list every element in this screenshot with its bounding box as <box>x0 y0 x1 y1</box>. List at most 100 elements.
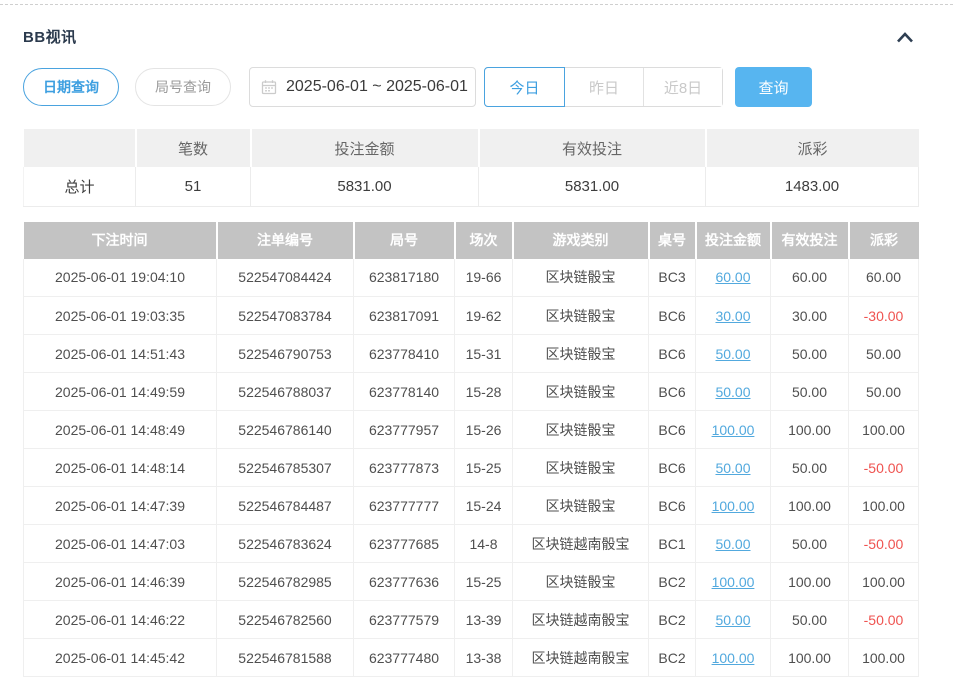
cell-table-number: BC1 <box>649 525 696 563</box>
quick-range-2[interactable]: 近8日 <box>643 68 722 106</box>
bet-amount-link[interactable]: 100.00 <box>712 574 755 590</box>
cell-game-type: 区块链越南骰宝 <box>513 601 649 639</box>
bet-amount-link[interactable]: 100.00 <box>712 650 755 666</box>
bet-records-table: 下注时间 注单编号 局号 场次 游戏类别 桌号 投注金额 有效投注 派彩 202… <box>23 222 919 677</box>
cell-slip-number: 522546786140 <box>217 411 354 449</box>
cell-slip-number: 522546783624 <box>217 525 354 563</box>
bet-amount-link[interactable]: 50.00 <box>715 346 750 362</box>
bet-amount-link[interactable]: 60.00 <box>715 269 750 285</box>
cell-game-type: 区块链骰宝 <box>513 563 649 601</box>
cell-slip-number: 522546782985 <box>217 563 354 601</box>
table-row: 2025-06-01 14:48:14 522546785307 6237778… <box>24 449 919 487</box>
cell-table-number: BC6 <box>649 335 696 373</box>
date-range-input[interactable]: 2025-06-01 ~ 2025-06-01 <box>249 67 476 107</box>
cell-table-number: BC6 <box>649 449 696 487</box>
header-game-type: 游戏类别 <box>513 222 649 259</box>
cell-slip-number: 522546782560 <box>217 601 354 639</box>
cell-valid-bet: 100.00 <box>771 487 849 525</box>
cell-bet-time: 2025-06-01 14:46:39 <box>24 563 217 601</box>
chevron-up-icon <box>896 31 914 46</box>
cell-slip-number: 522547083784 <box>217 297 354 335</box>
collapse-button[interactable] <box>892 29 918 45</box>
cell-table-number: BC6 <box>649 297 696 335</box>
cell-payout: 100.00 <box>849 639 919 677</box>
cell-round-number: 623778140 <box>354 373 455 411</box>
summary-header-count: 笔数 <box>136 129 251 167</box>
cell-table-number: BC3 <box>649 259 696 297</box>
round-query-tab[interactable]: 局号查询 <box>135 68 231 106</box>
cell-bet-time: 2025-06-01 14:48:49 <box>24 411 217 449</box>
cell-payout: -50.00 <box>849 601 919 639</box>
date-range-value: 2025-06-01 ~ 2025-06-01 <box>286 78 468 96</box>
header-valid-bet: 有效投注 <box>771 222 849 259</box>
cell-round-number: 623817180 <box>354 259 455 297</box>
cell-session: 15-25 <box>455 449 513 487</box>
cell-payout: 100.00 <box>849 411 919 449</box>
cell-round-number: 623777777 <box>354 487 455 525</box>
cell-valid-bet: 100.00 <box>771 411 849 449</box>
header-slip-number: 注单编号 <box>217 222 354 259</box>
page: { "panel": { "title": "BB视讯", "collapse_… <box>0 4 953 673</box>
cell-session: 15-28 <box>455 373 513 411</box>
summary-header-valid-bet: 有效投注 <box>479 129 706 167</box>
cell-payout: -50.00 <box>849 449 919 487</box>
table-row: 2025-06-01 14:46:39 522546782985 6237776… <box>24 563 919 601</box>
bet-amount-link[interactable]: 50.00 <box>715 460 750 476</box>
summary-table: 笔数 投注金额 有效投注 派彩 总计 51 5831.00 5831.00 14… <box>23 129 919 207</box>
cell-valid-bet: 50.00 <box>771 601 849 639</box>
bet-amount-link[interactable]: 50.00 <box>715 384 750 400</box>
cell-slip-number: 522546788037 <box>217 373 354 411</box>
cell-table-number: BC2 <box>649 639 696 677</box>
table-row: 2025-06-01 14:51:43 522546790753 6237784… <box>24 335 919 373</box>
calendar-icon <box>261 79 277 95</box>
bet-amount-link[interactable]: 50.00 <box>715 612 750 628</box>
cell-session: 15-31 <box>455 335 513 373</box>
date-query-tab[interactable]: 日期查询 <box>23 68 119 106</box>
cell-round-number: 623777480 <box>354 639 455 677</box>
summary-header-payout: 派彩 <box>706 129 919 167</box>
cell-valid-bet: 100.00 <box>771 639 849 677</box>
search-button[interactable]: 查询 <box>735 67 812 107</box>
cell-bet-time: 2025-06-01 14:49:59 <box>24 373 217 411</box>
cell-bet-time: 2025-06-01 14:47:03 <box>24 525 217 563</box>
cell-bet-time: 2025-06-01 14:47:39 <box>24 487 217 525</box>
table-row: 2025-06-01 14:47:39 522546784487 6237777… <box>24 487 919 525</box>
table-row: 2025-06-01 14:48:49 522546786140 6237779… <box>24 411 919 449</box>
cell-payout: 100.00 <box>849 487 919 525</box>
bet-amount-link[interactable]: 100.00 <box>712 498 755 514</box>
cell-slip-number: 522546790753 <box>217 335 354 373</box>
cell-game-type: 区块链骰宝 <box>513 259 649 297</box>
panel-header: BB视讯 <box>23 26 918 47</box>
cell-round-number: 623777957 <box>354 411 455 449</box>
cell-bet-time: 2025-06-01 19:03:35 <box>24 297 217 335</box>
cell-game-type: 区块链骰宝 <box>513 297 649 335</box>
quick-range-1[interactable]: 昨日 <box>564 68 643 106</box>
cell-valid-bet: 100.00 <box>771 563 849 601</box>
cell-round-number: 623817091 <box>354 297 455 335</box>
panel-title: BB视讯 <box>23 26 77 47</box>
cell-session: 13-39 <box>455 601 513 639</box>
cell-table-number: BC6 <box>649 411 696 449</box>
cell-slip-number: 522547084424 <box>217 259 354 297</box>
cell-round-number: 623777579 <box>354 601 455 639</box>
table-row: 2025-06-01 19:03:35 522547083784 6238170… <box>24 297 919 335</box>
header-session: 场次 <box>455 222 513 259</box>
bet-amount-link[interactable]: 30.00 <box>715 308 750 324</box>
cell-round-number: 623777873 <box>354 449 455 487</box>
filter-toolbar: 日期查询 局号查询 2025-06-01 ~ 2025-06-01 今日昨日近8… <box>23 67 918 107</box>
cell-table-number: BC6 <box>649 373 696 411</box>
cell-bet-amount: 50.00 <box>696 373 771 411</box>
cell-table-number: BC2 <box>649 563 696 601</box>
header-payout: 派彩 <box>849 222 919 259</box>
cell-bet-amount: 50.00 <box>696 525 771 563</box>
top-dashed-divider <box>0 4 953 5</box>
summary-total-payout: 1483.00 <box>706 167 919 206</box>
records-header-row: 下注时间 注单编号 局号 场次 游戏类别 桌号 投注金额 有效投注 派彩 <box>24 222 919 259</box>
cell-bet-time: 2025-06-01 14:48:14 <box>24 449 217 487</box>
bet-amount-link[interactable]: 50.00 <box>715 536 750 552</box>
table-row: 2025-06-01 14:45:42 522546781588 6237774… <box>24 639 919 677</box>
bet-amount-link[interactable]: 100.00 <box>712 422 755 438</box>
quick-range-group: 今日昨日近8日 <box>484 67 723 107</box>
quick-range-0[interactable]: 今日 <box>484 67 565 107</box>
cell-valid-bet: 50.00 <box>771 373 849 411</box>
